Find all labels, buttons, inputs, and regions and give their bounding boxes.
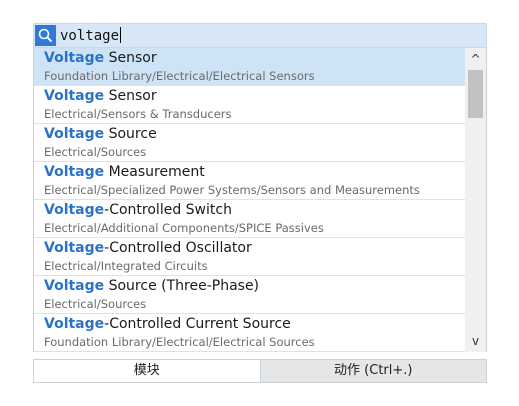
- result-item[interactable]: Voltage Source (Three-Phase) Electrical/S…: [34, 276, 465, 314]
- result-path: Electrical/Integrated Circuits: [44, 259, 208, 273]
- search-icon: [35, 25, 56, 46]
- result-title-match: Voltage: [44, 164, 105, 180]
- text-caret: [120, 27, 122, 43]
- search-input-value: voltage: [60, 28, 120, 44]
- results-scrollbar[interactable]: ^ v: [465, 48, 486, 352]
- result-title-rest: Sensor: [104, 50, 157, 66]
- result-path: Foundation Library/Electrical/Electrical…: [44, 335, 315, 349]
- result-path: Electrical/Sensors & Transducers: [44, 107, 232, 121]
- result-title: Voltage-Controlled Switch: [44, 201, 232, 219]
- tab-blocks[interactable]: 模块: [34, 360, 260, 382]
- search-bar: voltage: [33, 23, 487, 48]
- results-list: Voltage Sensor Foundation Library/Electri…: [33, 48, 487, 352]
- result-path: Electrical/Sources: [44, 297, 147, 311]
- result-title-match: Voltage: [44, 240, 105, 256]
- result-title: Voltage Sensor: [44, 49, 157, 67]
- result-title: Voltage Sensor: [44, 87, 157, 105]
- result-title-rest: -Controlled Current Source: [104, 316, 291, 332]
- result-path: Foundation Library/Electrical/Electrical…: [44, 69, 315, 83]
- scroll-up-icon[interactable]: ^: [465, 50, 486, 68]
- result-title-rest: -Controlled Switch: [104, 202, 232, 218]
- result-title: Voltage-Controlled Oscillator: [44, 239, 252, 257]
- result-title: Voltage Measurement: [44, 163, 205, 181]
- result-item[interactable]: Voltage Sensor Electrical/Sensors & Trans…: [34, 86, 465, 124]
- scroll-thumb[interactable]: [468, 70, 483, 118]
- result-title-rest: Measurement: [104, 164, 205, 180]
- search-input[interactable]: voltage: [60, 26, 122, 46]
- result-title-match: Voltage: [44, 126, 105, 142]
- result-item[interactable]: Voltage-Controlled Oscillator Electrical/…: [34, 238, 465, 276]
- result-item[interactable]: Voltage Sensor Foundation Library/Electri…: [34, 48, 465, 86]
- result-title: Voltage-Controlled Current Source: [44, 315, 291, 333]
- result-title-match: Voltage: [44, 316, 105, 332]
- result-path: Electrical/Specialized Power Systems/Sen…: [44, 183, 420, 197]
- result-title-rest: Source (Three-Phase): [104, 278, 260, 294]
- result-item[interactable]: Voltage-Controlled Switch Electrical/Addi…: [34, 200, 465, 238]
- result-title-rest: Source: [104, 126, 157, 142]
- library-search-popup: voltage Voltage Sensor Foundation Library…: [33, 23, 487, 383]
- result-title: Voltage Source (Three-Phase): [44, 277, 259, 295]
- result-item[interactable]: Voltage Source Electrical/Sources: [34, 124, 465, 162]
- result-title: Voltage Source: [44, 125, 157, 143]
- results-items: Voltage Sensor Foundation Library/Electri…: [34, 48, 465, 352]
- bottom-tabs: 模块 动作 (Ctrl+.): [33, 359, 487, 383]
- result-title-match: Voltage: [44, 202, 105, 218]
- result-title-rest: -Controlled Oscillator: [104, 240, 252, 256]
- result-item[interactable]: Voltage Measurement Electrical/Specialize…: [34, 162, 465, 200]
- result-title-match: Voltage: [44, 50, 105, 66]
- result-path: Electrical/Sources: [44, 145, 147, 159]
- result-path: Electrical/Additional Components/SPICE P…: [44, 221, 324, 235]
- tab-actions[interactable]: 动作 (Ctrl+.): [259, 360, 486, 382]
- result-title-match: Voltage: [44, 278, 105, 294]
- result-title-rest: Sensor: [104, 88, 157, 104]
- scroll-down-icon[interactable]: v: [465, 332, 486, 350]
- result-title-match: Voltage: [44, 88, 105, 104]
- result-item[interactable]: Voltage-Controlled Current Source Foundat…: [34, 314, 465, 352]
